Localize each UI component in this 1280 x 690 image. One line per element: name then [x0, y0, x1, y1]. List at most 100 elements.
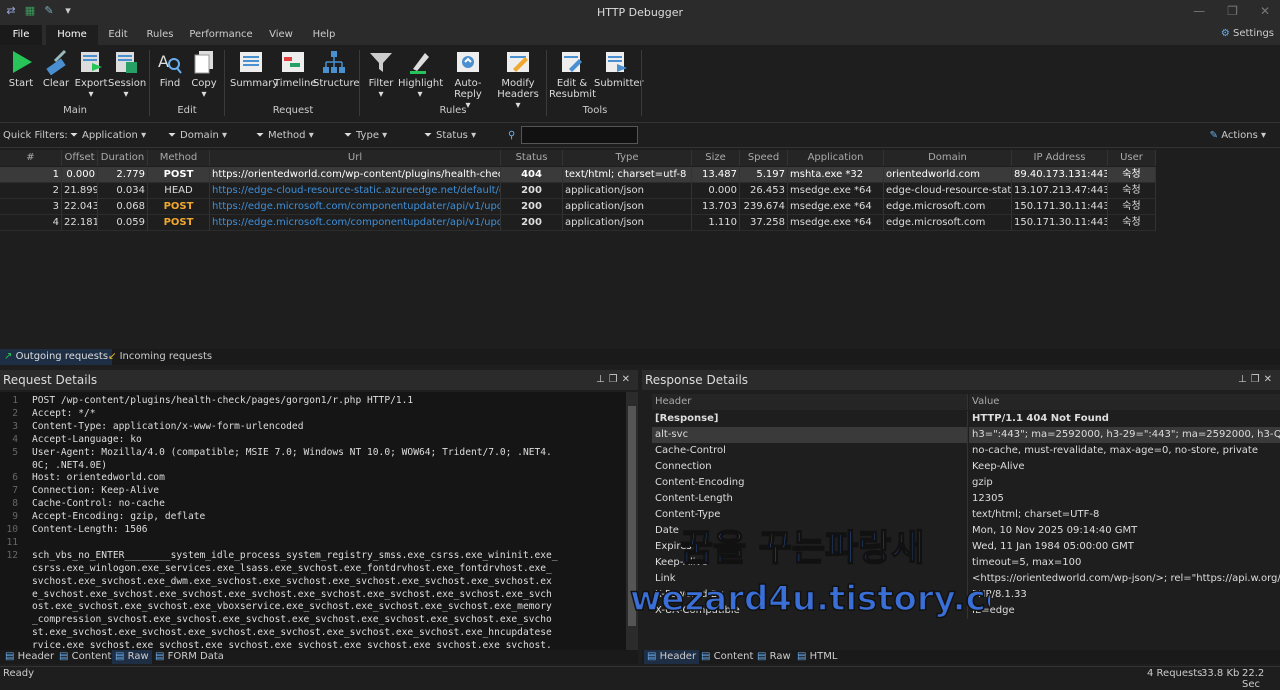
response-header-row[interactable]: alt-svc h3=":443"; ma=2592000, h3-29=":44… — [642, 427, 1280, 443]
response-header-row[interactable]: Content-Length 12305 — [642, 491, 1280, 507]
request-code-view[interactable]: 1 POST /wp-content/plugins/health-check/p… — [0, 392, 626, 652]
response-tab-header[interactable]: ▤ Header — [644, 650, 700, 664]
scrollbar-thumb[interactable] — [628, 406, 636, 626]
response-header-row[interactable]: Expires Wed, 11 Jan 1984 05:00:00 GMT — [642, 539, 1280, 555]
start-button[interactable]: Start — [6, 49, 36, 89]
export-button[interactable]: Export ▾ — [74, 49, 108, 100]
cell-size: 13.703 — [692, 199, 740, 215]
cell-index: 1 — [0, 167, 62, 183]
code-line: Content-Length: 1506 — [32, 524, 148, 535]
request-tab-raw[interactable]: ▤ Raw — [112, 650, 152, 664]
request-tab-header[interactable]: ▤ Header — [2, 650, 57, 664]
filter-domain[interactable]: ⏷ Domain ▾ — [168, 130, 227, 141]
modify-headers-button[interactable]: Modify Headers▾ — [495, 49, 541, 111]
table-row[interactable]: 1 0.000 2.779 POST https://orientedworld.com… — [0, 167, 1156, 183]
table-row[interactable]: 2 21.899 0.034 HEAD https://edge-cloud-resou… — [0, 183, 1156, 199]
submitter-button[interactable]: Submitter — [594, 49, 644, 89]
timeline-button[interactable]: Timeline — [274, 49, 317, 89]
tab-outgoing-requests[interactable]: ↗ Outgoing requests — [0, 349, 113, 365]
filter-type[interactable]: ⏷ Type ▾ — [344, 130, 387, 141]
request-tab-form-data[interactable]: ▤ FORM Data — [152, 650, 227, 664]
funnel-icon: ⏷ — [256, 130, 264, 141]
session-button[interactable]: Session ▾ — [108, 49, 146, 100]
col-offset[interactable]: Offset — [62, 150, 98, 166]
response-header-row[interactable]: [Response] HTTP/1.1 404 Not Found — [642, 411, 1280, 427]
response-tab-raw[interactable]: ▤ Raw — [754, 650, 794, 664]
filter-status[interactable]: ⏷ Status ▾ — [424, 130, 476, 141]
response-header-row[interactable]: X-Powered-By PHP/8.1.33 — [642, 587, 1280, 603]
response-header-row[interactable]: Keep-Alive timeout=5, max=100 — [642, 555, 1280, 571]
minimize-icon[interactable]: — — [1193, 4, 1205, 18]
col-method[interactable]: Method — [148, 150, 210, 166]
edit-resubmit-button[interactable]: Edit & Resubmit — [549, 49, 596, 100]
submitter-icon — [606, 52, 627, 72]
pane-tabs: ↗ Outgoing requests ↙ Incoming requests — [0, 349, 1280, 365]
structure-button[interactable]: Structure — [313, 49, 360, 89]
response-header-row[interactable]: Content-Type text/html; charset=UTF-8 — [642, 507, 1280, 523]
cell-speed: 37.258 — [740, 215, 788, 231]
col-speed[interactable]: Speed — [740, 150, 788, 166]
tab-incoming-requests[interactable]: ↙ Incoming requests — [104, 349, 216, 365]
maximize-icon[interactable]: ❐ — [1227, 4, 1238, 18]
actions-button[interactable]: ✎ Actions ▾ — [1210, 130, 1266, 141]
col-user[interactable]: User — [1108, 150, 1156, 166]
search-input[interactable] — [521, 126, 638, 144]
tab-view[interactable]: View — [262, 25, 300, 45]
col-header[interactable]: Header — [652, 394, 968, 410]
line-number: 12 — [6, 549, 18, 561]
tab-rules[interactable]: Rules — [138, 25, 182, 45]
menu-file[interactable]: File — [0, 25, 42, 45]
request-tab-content[interactable]: ▤ Content — [56, 650, 114, 664]
code-line: Accept-Encoding: gzip, deflate — [32, 511, 206, 523]
summary-button[interactable]: Summary — [230, 49, 278, 89]
highlight-button[interactable]: Highlight ▾ — [398, 49, 444, 100]
tab-help[interactable]: Help — [306, 25, 342, 45]
response-tab-html[interactable]: ▤ HTML — [794, 650, 840, 664]
clear-button[interactable]: Clear — [40, 49, 72, 89]
col-status[interactable]: Status — [501, 150, 563, 166]
filter-application[interactable]: ⏷ Application ▾ — [70, 130, 146, 141]
filter-status-label: Status — [436, 130, 468, 141]
cell-url: https://edge.microsoft.com/componentupda… — [210, 215, 501, 231]
response-header-row[interactable]: Connection Keep-Alive — [642, 459, 1280, 475]
response-header-row[interactable]: Content-Encoding gzip — [642, 475, 1280, 491]
filter-method[interactable]: ⏷ Method ▾ — [256, 130, 314, 141]
find-button[interactable]: A Find — [156, 49, 184, 89]
col-ip[interactable]: IP Address — [1012, 150, 1108, 166]
table-row[interactable]: 4 22.181 0.059 POST https://edge.microsoft.c… — [0, 215, 1156, 231]
response-tab-content[interactable]: ▤ Content — [698, 650, 756, 664]
settings-button[interactable]: ⚙ Settings — [1221, 28, 1274, 39]
response-header-row[interactable]: Date Mon, 10 Nov 2025 09:14:40 GMT — [642, 523, 1280, 539]
response-header-row[interactable]: Cache-Control no-cache, must-revalidate, … — [642, 443, 1280, 459]
tab-home[interactable]: Home — [46, 25, 98, 45]
table-row[interactable]: 3 22.043 0.068 POST https://edge.microsoft.c… — [0, 199, 1156, 215]
col-value[interactable]: Value — [969, 394, 1280, 410]
col-index[interactable]: # — [0, 150, 62, 166]
response-header-name: Date — [652, 523, 968, 539]
auto-reply-button[interactable]: Auto-Reply ▾ — [442, 49, 494, 111]
panel-controls[interactable]: ⊥❐✕ — [1238, 370, 1276, 390]
raw-icon: ▤ — [757, 651, 767, 662]
tab-performance[interactable]: Performance — [186, 25, 256, 45]
copy-button[interactable]: Copy ▾ — [190, 49, 218, 100]
response-header-name: Connection — [652, 459, 968, 475]
response-header-name: X-Powered-By — [652, 587, 968, 603]
panel-controls[interactable]: ⊥❐✕ — [596, 370, 634, 390]
col-url[interactable]: Url — [210, 150, 501, 166]
col-duration[interactable]: Duration — [98, 150, 148, 166]
col-type[interactable]: Type — [563, 150, 692, 166]
cell-offset: 22.181 — [62, 215, 98, 231]
request-scrollbar[interactable] — [626, 392, 638, 652]
col-domain[interactable]: Domain — [884, 150, 1012, 166]
filter-button[interactable]: Filter ▾ — [366, 49, 396, 100]
cell-size: 1.110 — [692, 215, 740, 231]
highlight-label: Highlight — [398, 78, 444, 89]
response-header-row[interactable]: X-UA-Compatible IE=edge — [642, 603, 1280, 619]
col-application[interactable]: Application — [788, 150, 884, 166]
close-icon[interactable]: ✕ — [1260, 4, 1270, 18]
funnel-icon: ⏷ — [344, 130, 352, 141]
col-size[interactable]: Size — [692, 150, 740, 166]
clear-label: Clear — [42, 78, 70, 89]
response-header-row[interactable]: Link <https://orientedworld.com/wp-json/>… — [642, 571, 1280, 587]
tab-edit[interactable]: Edit — [98, 25, 138, 45]
